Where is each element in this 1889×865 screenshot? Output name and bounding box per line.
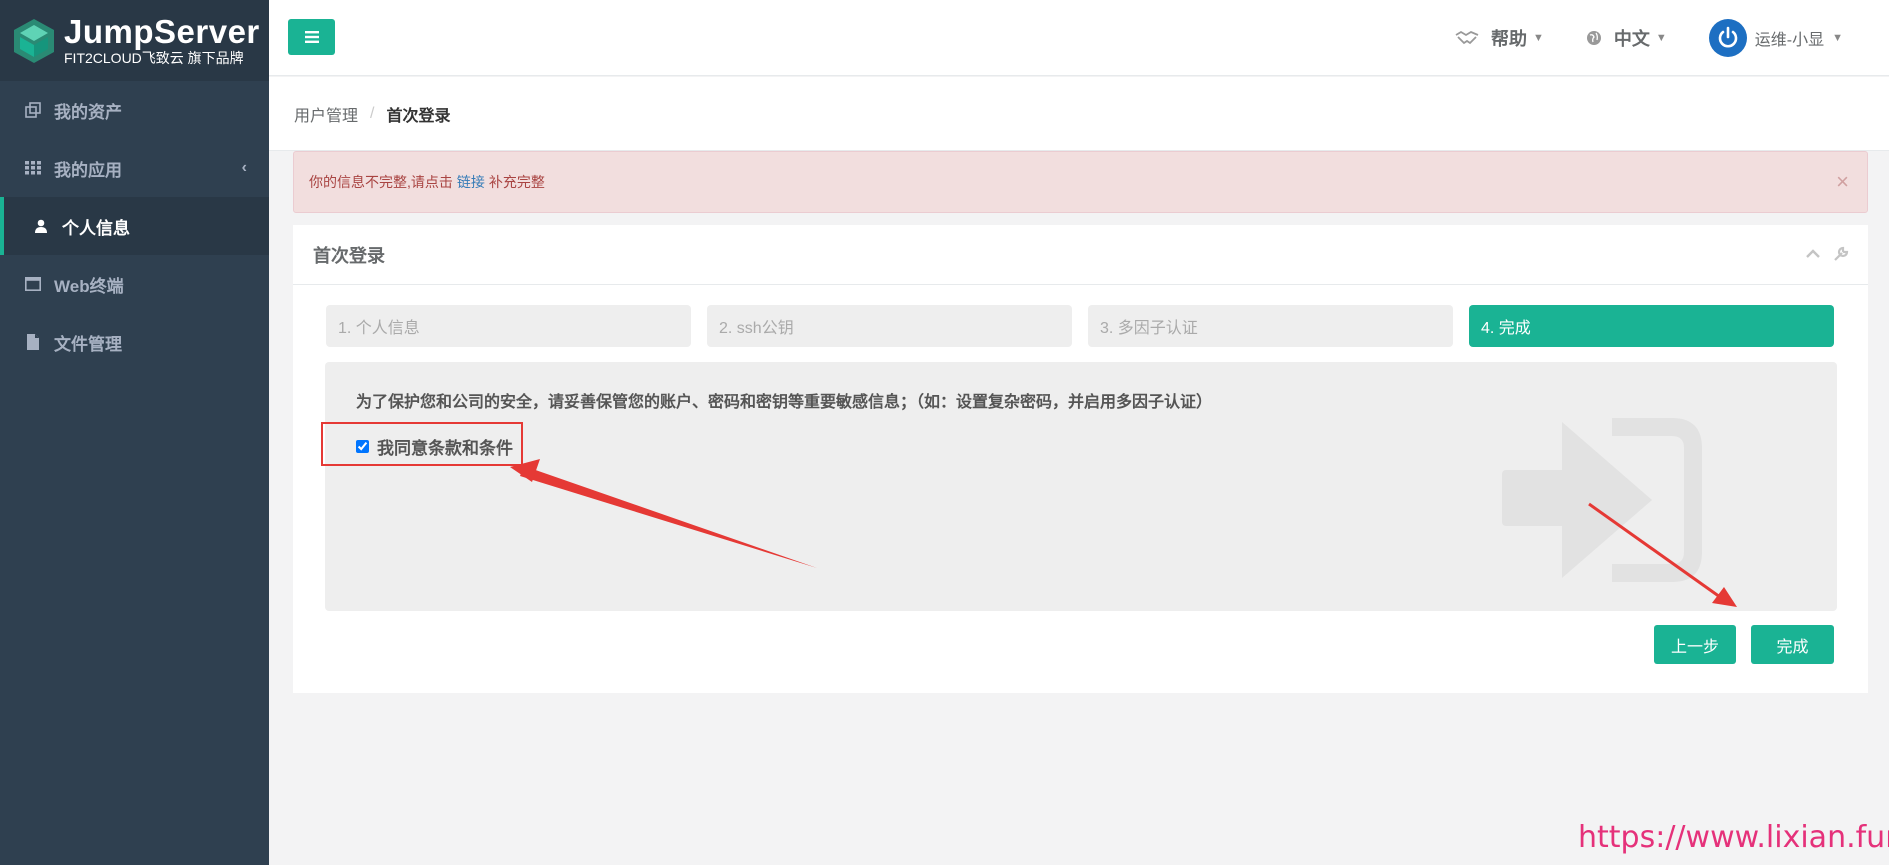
- step-finish[interactable]: 4. 完成: [1469, 305, 1834, 347]
- top-right-menu: 帮助 ▼ 中文 ▼ 运维-小显 ▼: [1455, 0, 1889, 76]
- step-mfa[interactable]: 3. 多因子认证: [1088, 305, 1453, 347]
- breadcrumb-current: 首次登录: [386, 107, 451, 125]
- sidebar-item-label: 我的应用: [54, 160, 122, 180]
- panel-tools: [1804, 245, 1850, 263]
- previous-step-button[interactable]: 上一步: [1654, 625, 1736, 664]
- logo-text: JumpServer FIT2CLOUD飞致云 旗下品牌: [64, 12, 260, 67]
- sidebar-item-label: 文件管理: [54, 334, 122, 354]
- finish-button[interactable]: 完成: [1751, 625, 1834, 664]
- brand-name: JumpServer: [64, 12, 260, 50]
- help-label: 帮助: [1490, 29, 1527, 49]
- menu-toggle-button[interactable]: [288, 19, 335, 55]
- alert-text-before: 你的信息不完整,请点击: [309, 174, 453, 190]
- sidebar-nav: 我的资产 我的应用 ‹ 个人信息 Web终端 文件管理: [0, 81, 269, 371]
- logo[interactable]: JumpServer FIT2CLOUD飞致云 旗下品牌: [0, 0, 269, 81]
- power-icon: [1718, 26, 1738, 48]
- caret-down-icon: ▼: [1832, 32, 1843, 44]
- handshake-icon: [1455, 30, 1479, 45]
- user-icon: [32, 217, 50, 235]
- panel-title: 首次登录: [313, 245, 385, 266]
- first-login-panel: 首次登录 1. 个人信息 2. ssh公钥 3. 多因子认证 4. 完成 为了保…: [293, 225, 1868, 693]
- close-icon[interactable]: ×: [1836, 169, 1849, 195]
- user-name: 运维-小显: [1754, 32, 1825, 49]
- sidebar: JumpServer FIT2CLOUD飞致云 旗下品牌 我的资产 我的应用 ‹…: [0, 0, 269, 865]
- grid-icon: [24, 159, 42, 177]
- hamburger-icon: [304, 31, 319, 43]
- breadcrumb-separator: /: [370, 104, 375, 122]
- security-notice: 为了保护您和公司的安全，请妥善保管您的账户、密码和密钥等重要敏感信息；（如：设置…: [356, 394, 1213, 411]
- caret-down-icon: ▼: [1655, 32, 1667, 44]
- help-dropdown[interactable]: 帮助 ▼: [1455, 25, 1544, 51]
- finish-content: 为了保护您和公司的安全，请妥善保管您的账户、密码和密钥等重要敏感信息；（如：设置…: [325, 362, 1837, 611]
- language-dropdown[interactable]: 中文 ▼: [1586, 25, 1667, 51]
- sidebar-item-file-manager[interactable]: 文件管理: [0, 313, 269, 371]
- alert-link[interactable]: 链接: [457, 172, 485, 192]
- top-navbar: 帮助 ▼ 中文 ▼ 运维-小显 ▼: [269, 0, 1889, 76]
- sidebar-item-label: 个人信息: [62, 218, 130, 238]
- sidebar-item-my-apps[interactable]: 我的应用 ‹: [0, 139, 269, 197]
- wizard-steps: 1. 个人信息 2. ssh公钥 3. 多因子认证 4. 完成: [326, 305, 1834, 347]
- sidebar-item-profile[interactable]: 个人信息: [0, 197, 269, 255]
- panel-header: 首次登录: [293, 225, 1868, 285]
- sidebar-item-label: 我的资产: [54, 102, 122, 122]
- language-label: 中文: [1613, 29, 1650, 49]
- watermark-text: https://www.lixian.fun: [1578, 820, 1889, 855]
- breadcrumb: 用户管理 / 首次登录: [269, 77, 1889, 151]
- step-ssh-key[interactable]: 2. ssh公钥: [707, 305, 1072, 347]
- wrench-icon[interactable]: [1832, 245, 1850, 263]
- step-personal-info[interactable]: 1. 个人信息: [326, 305, 691, 347]
- collapse-chevron-up-icon[interactable]: [1804, 245, 1822, 263]
- brand-subtitle: FIT2CLOUD飞致云 旗下品牌: [64, 49, 244, 66]
- sidebar-item-web-terminal[interactable]: Web终端: [0, 255, 269, 313]
- breadcrumb-parent[interactable]: 用户管理: [294, 102, 358, 126]
- annotation-highlight-box: [321, 422, 523, 466]
- incomplete-info-alert: 你的信息不完整,请点击 链接 补充完整 ×: [293, 151, 1868, 213]
- jumpserver-logo-icon: [14, 18, 54, 63]
- caret-down-icon: ▼: [1532, 32, 1544, 44]
- assets-icon: [24, 101, 42, 119]
- sidebar-item-my-assets[interactable]: 我的资产: [0, 81, 269, 139]
- file-icon: [24, 333, 42, 351]
- avatar: [1708, 19, 1747, 57]
- window-icon: [24, 275, 42, 293]
- user-dropdown[interactable]: 运维-小显 ▼: [1708, 19, 1843, 57]
- sign-in-icon: [1502, 418, 1702, 582]
- sidebar-item-label: Web终端: [54, 276, 124, 296]
- alert-text-after: 补充完整: [488, 174, 545, 190]
- globe-icon: [1586, 31, 1601, 45]
- chevron-left-icon: ‹: [241, 159, 247, 176]
